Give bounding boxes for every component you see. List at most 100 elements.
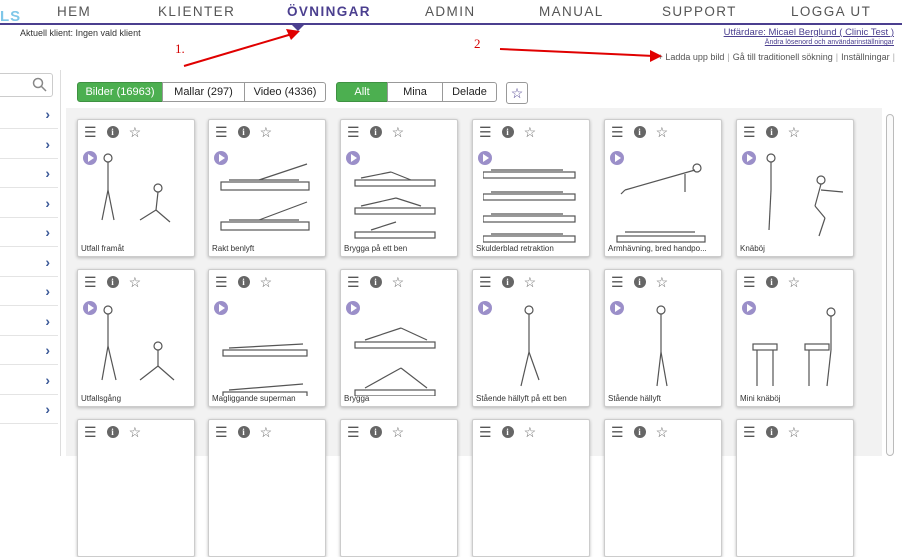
menu-icon[interactable]: ☰ xyxy=(215,125,228,139)
menu-icon[interactable]: ☰ xyxy=(479,425,492,439)
exercise-card[interactable]: ☰ i ☆ Utfall framåt xyxy=(77,119,195,257)
star-icon[interactable]: ☆ xyxy=(260,275,273,289)
search-icon[interactable] xyxy=(32,77,47,92)
nav-home[interactable]: HEM xyxy=(57,4,91,19)
menu-icon[interactable]: ☰ xyxy=(611,275,624,289)
info-icon[interactable]: i xyxy=(633,426,646,438)
star-icon[interactable]: ☆ xyxy=(129,275,142,289)
filter-shared[interactable]: Delade xyxy=(442,82,497,102)
star-icon[interactable]: ☆ xyxy=(656,275,669,289)
info-icon[interactable]: i xyxy=(237,426,250,438)
star-icon[interactable]: ☆ xyxy=(392,275,405,289)
info-icon[interactable]: i xyxy=(106,276,119,288)
sidebar-item[interactable]: › xyxy=(0,310,58,336)
favorites-filter-button[interactable]: ☆ xyxy=(506,82,528,104)
search-input[interactable] xyxy=(0,73,53,97)
sidebar-item[interactable]: › xyxy=(0,369,58,395)
settings-link[interactable]: Inställningar xyxy=(841,52,890,62)
menu-icon[interactable]: ☰ xyxy=(743,425,756,439)
info-icon[interactable]: i xyxy=(633,126,646,138)
exercise-card[interactable]: ☰ i ☆ xyxy=(736,419,854,557)
nav-support[interactable]: SUPPORT xyxy=(662,4,737,19)
exercise-card[interactable]: ☰ i ☆ Stående hällyft xyxy=(604,269,722,407)
exercise-card[interactable]: ☰ i ☆ Mini knäböj xyxy=(736,269,854,407)
exercise-card[interactable]: ☰ i ☆ Brygga xyxy=(340,269,458,407)
star-icon[interactable]: ☆ xyxy=(260,125,273,139)
sidebar-item[interactable]: › xyxy=(0,192,58,218)
tab-video[interactable]: Video (4336) xyxy=(244,82,326,102)
sidebar-item[interactable]: › xyxy=(0,103,58,129)
exercise-card[interactable]: ☰ i ☆ xyxy=(208,419,326,557)
sidebar-item[interactable]: › xyxy=(0,251,58,277)
menu-icon[interactable]: ☰ xyxy=(215,425,228,439)
sidebar-item[interactable]: › xyxy=(0,221,58,247)
sidebar-item[interactable]: › xyxy=(0,339,58,365)
exercise-card[interactable]: ☰ i ☆ xyxy=(340,419,458,557)
star-icon[interactable]: ☆ xyxy=(656,125,669,139)
info-icon[interactable]: i xyxy=(106,126,119,138)
star-icon[interactable]: ☆ xyxy=(788,125,801,139)
star-icon[interactable]: ☆ xyxy=(524,425,537,439)
star-icon[interactable]: ☆ xyxy=(129,425,142,439)
star-icon[interactable]: ☆ xyxy=(788,275,801,289)
menu-icon[interactable]: ☰ xyxy=(611,425,624,439)
exercise-card[interactable]: ☰ i ☆ Utfallsgång xyxy=(77,269,195,407)
info-icon[interactable]: i xyxy=(765,276,778,288)
star-icon[interactable]: ☆ xyxy=(129,125,142,139)
nav-admin[interactable]: ADMIN xyxy=(425,4,476,19)
info-icon[interactable]: i xyxy=(369,426,382,438)
info-icon[interactable]: i xyxy=(765,126,778,138)
exercise-card[interactable]: ☰ i ☆ Knäböj xyxy=(736,119,854,257)
star-icon[interactable]: ☆ xyxy=(260,425,273,439)
menu-icon[interactable]: ☰ xyxy=(479,275,492,289)
sidebar-item[interactable]: › xyxy=(0,398,58,424)
traditional-search-link[interactable]: Gå till traditionell sökning xyxy=(733,52,833,62)
nav-exercises[interactable]: ÖVNINGAR xyxy=(287,4,371,19)
info-icon[interactable]: i xyxy=(501,126,514,138)
filter-all[interactable]: Allt xyxy=(336,82,388,102)
menu-icon[interactable]: ☰ xyxy=(347,275,360,289)
sidebar-item[interactable]: › xyxy=(0,280,58,306)
menu-icon[interactable]: ☰ xyxy=(743,275,756,289)
upload-image-link[interactable]: + Ladda upp bild xyxy=(658,52,725,62)
menu-icon[interactable]: ☰ xyxy=(84,275,97,289)
info-icon[interactable]: i xyxy=(106,426,119,438)
tab-templates[interactable]: Mallar (297) xyxy=(162,82,245,102)
exercise-card[interactable]: ☰ i ☆ Skulderblad retraktion xyxy=(472,119,590,257)
exercise-card[interactable]: ☰ i ☆ Rakt benlyft xyxy=(208,119,326,257)
menu-icon[interactable]: ☰ xyxy=(743,125,756,139)
sidebar-item[interactable]: › xyxy=(0,133,58,159)
exercise-card[interactable]: ☰ i ☆ Armhävning, bred handpo... xyxy=(604,119,722,257)
exercise-card[interactable]: ☰ i ☆ Stående hällyft på ett ben xyxy=(472,269,590,407)
star-icon[interactable]: ☆ xyxy=(392,425,405,439)
star-icon[interactable]: ☆ xyxy=(524,125,537,139)
menu-icon[interactable]: ☰ xyxy=(84,425,97,439)
exercise-card[interactable]: ☰ i ☆ xyxy=(604,419,722,557)
exercise-card[interactable]: ☰ i ☆ Brygga på ett ben xyxy=(340,119,458,257)
star-icon[interactable]: ☆ xyxy=(656,425,669,439)
nav-clients[interactable]: KLIENTER xyxy=(158,4,235,19)
info-icon[interactable]: i xyxy=(501,276,514,288)
filter-mine[interactable]: Mina xyxy=(387,82,443,102)
exercise-card[interactable]: ☰ i ☆ xyxy=(472,419,590,557)
nav-logout[interactable]: LOGGA UT xyxy=(791,4,871,19)
info-icon[interactable]: i xyxy=(633,276,646,288)
star-icon[interactable]: ☆ xyxy=(788,425,801,439)
menu-icon[interactable]: ☰ xyxy=(347,425,360,439)
info-icon[interactable]: i xyxy=(501,426,514,438)
tab-images[interactable]: Bilder (16963) xyxy=(77,82,163,102)
sidebar-item[interactable]: › xyxy=(0,162,58,188)
exercise-card[interactable]: ☰ i ☆ Magliggande superman xyxy=(208,269,326,407)
info-icon[interactable]: i xyxy=(369,276,382,288)
menu-icon[interactable]: ☰ xyxy=(479,125,492,139)
info-icon[interactable]: i xyxy=(237,276,250,288)
nav-manual[interactable]: MANUAL xyxy=(539,4,604,19)
executor-link[interactable]: Utfärdare: Micael Berglund ( Clinic Test… xyxy=(724,27,894,38)
menu-icon[interactable]: ☰ xyxy=(611,125,624,139)
menu-icon[interactable]: ☰ xyxy=(215,275,228,289)
star-icon[interactable]: ☆ xyxy=(392,125,405,139)
exercise-card[interactable]: ☰ i ☆ xyxy=(77,419,195,557)
info-icon[interactable]: i xyxy=(237,126,250,138)
menu-icon[interactable]: ☰ xyxy=(347,125,360,139)
info-icon[interactable]: i xyxy=(765,426,778,438)
